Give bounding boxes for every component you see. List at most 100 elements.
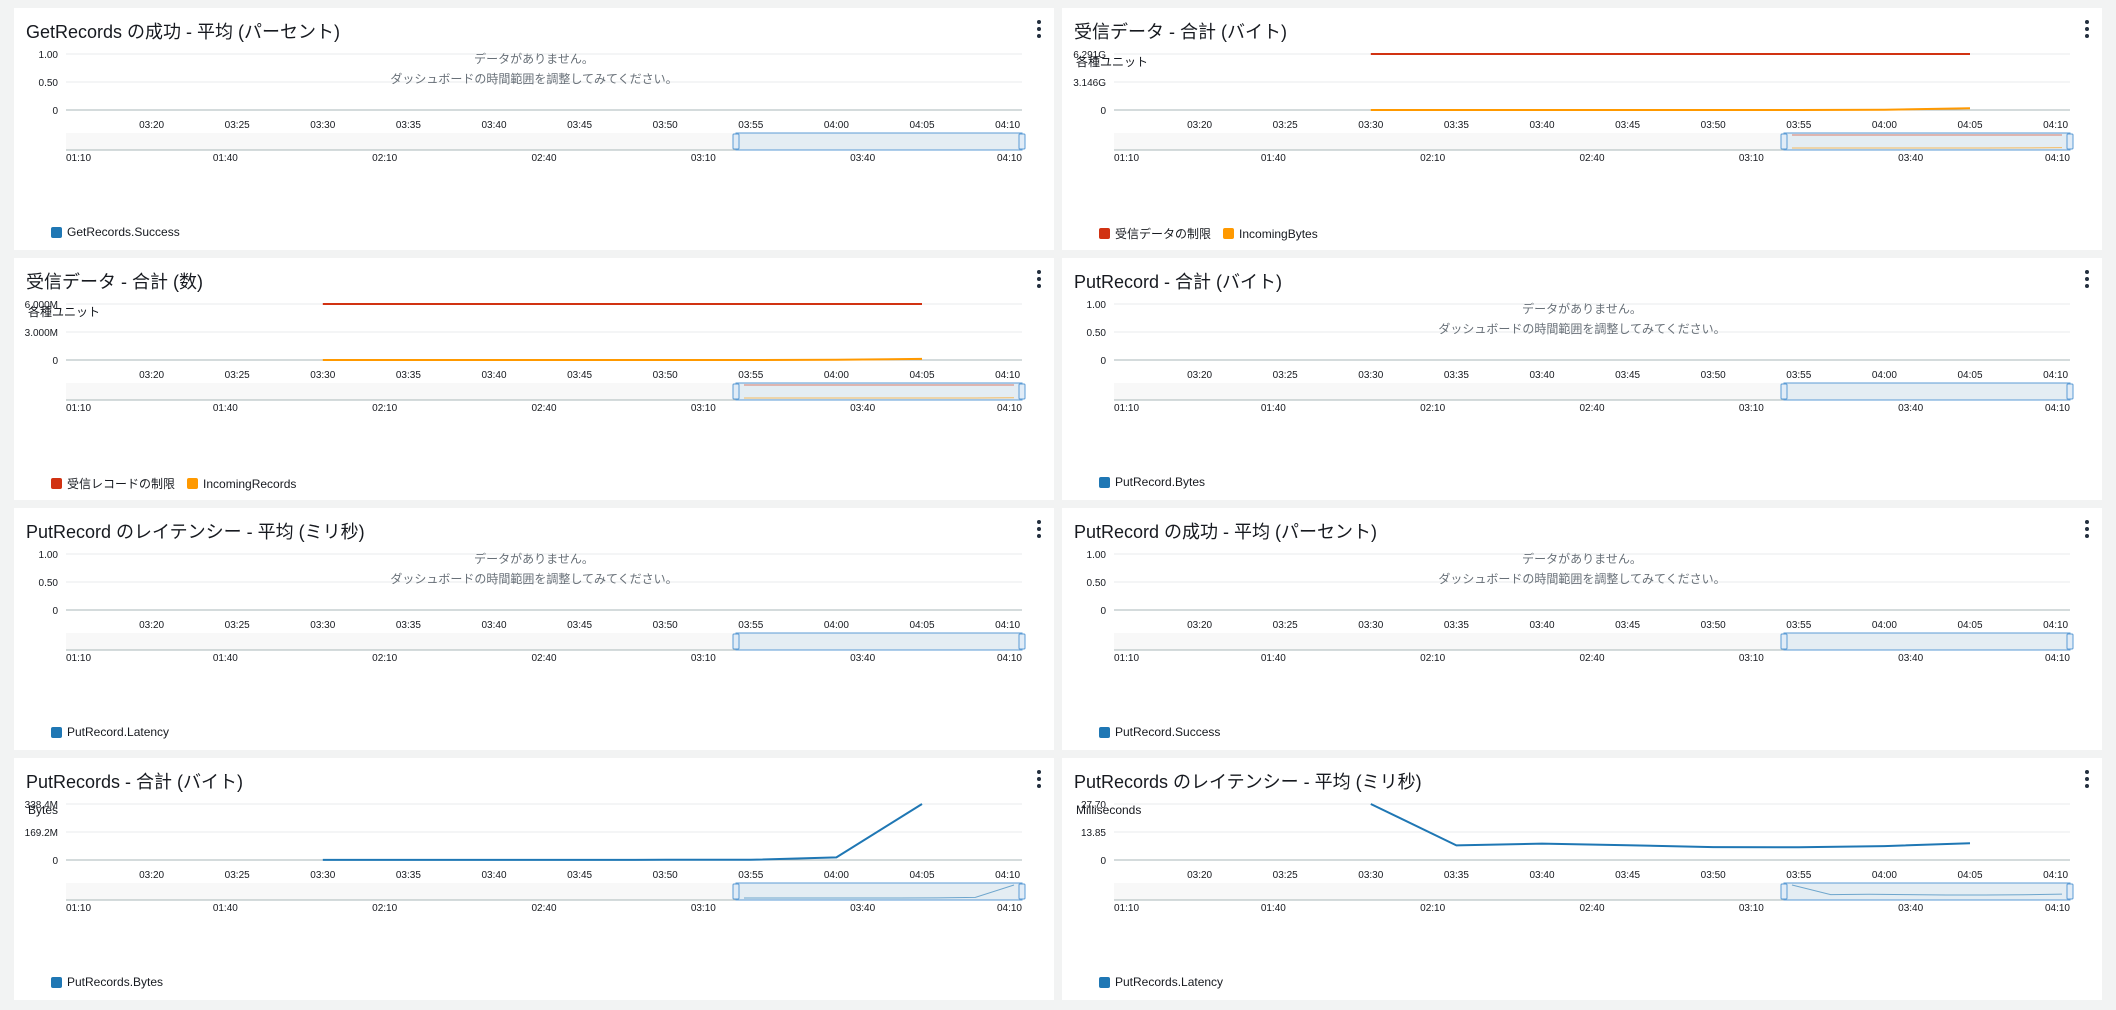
x-tick-label: 03:30: [310, 120, 335, 131]
x-tick-label: 03:20: [1187, 870, 1212, 881]
navigator-tick-label: 02:40: [1579, 653, 1604, 664]
navigator-right-handle[interactable]: [1018, 133, 1026, 150]
series-line[interactable]: [322, 357, 923, 361]
legend-item[interactable]: PutRecord.Success: [1099, 725, 1220, 739]
x-tick-label: 03:25: [1273, 120, 1298, 131]
chart-plot: 1.000.50003:20 03:25 03:30 03:35 03:40 03:45 0…: [39, 50, 1026, 164]
x-tick-label: 03:40: [1529, 120, 1554, 131]
x-tick-label: 04:10: [995, 120, 1020, 131]
navigator-tick-label: 02:10: [1420, 153, 1445, 164]
legend-label: PutRecord.Success: [1115, 725, 1221, 739]
navigator-tick-label: 03:40: [850, 403, 875, 414]
navigator-left-handle[interactable]: [1780, 633, 1788, 650]
navigator-left-handle[interactable]: [1780, 883, 1788, 900]
navigator-left-handle[interactable]: [732, 883, 740, 900]
legend-item[interactable]: GetRecords.Success: [51, 225, 180, 239]
navigator-selection[interactable]: [1783, 382, 2071, 401]
navigator-right-handle[interactable]: [1018, 383, 1026, 400]
chart-legend: PutRecord.Latency: [51, 725, 169, 739]
x-tick-label: 04:05: [1957, 120, 1982, 131]
x-tick-label: 04:05: [909, 870, 934, 881]
y-tick-label: 0: [52, 856, 58, 867]
navigator-selection[interactable]: [1783, 882, 2071, 901]
legend-label: PutRecord.Bytes: [1115, 475, 1206, 489]
navigator-tick-label: 03:10: [1739, 403, 1764, 414]
legend-item[interactable]: 受信レコードの制限: [51, 475, 175, 492]
x-tick-label: 03:50: [653, 870, 678, 881]
x-tick-label: 03:40: [481, 620, 506, 631]
navigator-tick-label: 02:40: [531, 403, 556, 414]
x-tick-label: 03:30: [1358, 870, 1383, 881]
series-line[interactable]: [1370, 107, 1971, 111]
x-tick-label: 04:00: [824, 620, 849, 631]
no-data-hint: ダッシュボードの時間範囲を調整してみてください。: [1438, 322, 1726, 336]
widget-panel: GetRecords の成功 - 平均 (パーセント) 1.00 0.50 0 03:2…: [14, 8, 1054, 250]
legend-item[interactable]: IncomingBytes: [1223, 225, 1318, 242]
navigator-tick-label: 03:40: [850, 153, 875, 164]
navigator-selection[interactable]: [735, 882, 1023, 901]
legend-swatch: [51, 976, 62, 988]
navigator-left-handle[interactable]: [732, 633, 740, 650]
x-tick-label: 03:35: [1444, 620, 1469, 631]
y-tick-label: 3.000M: [25, 328, 58, 339]
navigator-tick-label: 02:40: [1579, 903, 1604, 914]
y-tick-label: 169.2M: [25, 828, 58, 839]
navigator-right-handle[interactable]: [2066, 883, 2074, 900]
legend-item[interactable]: PutRecords.Latency: [1099, 975, 1223, 989]
x-tick-label: 04:00: [824, 870, 849, 881]
x-tick-label: 03:55: [1786, 870, 1811, 881]
x-tick-label: 03:45: [567, 870, 592, 881]
navigator-selection[interactable]: [735, 632, 1023, 651]
navigator-right-handle[interactable]: [1018, 633, 1026, 650]
navigator-tick-label: 03:40: [850, 903, 875, 914]
y-tick-label: 3.146G: [1073, 78, 1106, 89]
y-tick-label: 0: [52, 606, 58, 617]
x-tick-label: 03:40: [481, 370, 506, 381]
navigator-tick-label: 03:40: [1898, 903, 1923, 914]
legend-item[interactable]: PutRecord.Bytes: [1099, 475, 1205, 489]
widget-panel: PutRecord の成功 - 平均 (パーセント) 1.00 0.50 0 03:20…: [1062, 508, 2102, 750]
x-tick-label: 03:55: [738, 870, 763, 881]
legend-item[interactable]: PutRecord.Latency: [51, 725, 169, 739]
series-line[interactable]: [1370, 803, 1971, 849]
navigator-right-handle[interactable]: [2066, 633, 2074, 650]
navigator-tick-label: 01:40: [1261, 153, 1286, 164]
y-tick-label: 0: [1100, 856, 1106, 867]
legend-item[interactable]: IncomingRecords: [187, 475, 296, 492]
navigator-left-handle[interactable]: [732, 133, 740, 150]
navigator-tick-label: 01:10: [1114, 403, 1139, 414]
navigator-tick-label: 01:40: [213, 653, 238, 664]
x-tick-label: 04:00: [824, 120, 849, 131]
navigator-tick-label: 01:40: [1261, 903, 1286, 914]
navigator-tick-label: 02:40: [1579, 153, 1604, 164]
x-tick-label: 03:25: [1273, 620, 1298, 631]
x-tick-label: 03:35: [1444, 120, 1469, 131]
widget-panel: 受信データ - 合計 (バイト) 各種ユニット 6.291G 3.146G 0 03:20…: [1062, 8, 2102, 250]
x-tick-label: 03:50: [1701, 620, 1726, 631]
navigator-selection[interactable]: [1783, 632, 2071, 651]
navigator-tick-label: 01:40: [213, 903, 238, 914]
chart-plot: 1.000.50003:20 03:25 03:30 03:35 03:40 03:45 0…: [39, 550, 1026, 664]
navigator-right-handle[interactable]: [1018, 883, 1026, 900]
widget-panel: 受信データ - 合計 (数) 各種ユニット 6.000M 3.000M 0 03:20 03…: [14, 258, 1054, 500]
chart-legend: PutRecord.Bytes: [1099, 475, 1205, 489]
navigator-selection[interactable]: [735, 382, 1023, 401]
navigator-left-handle[interactable]: [732, 383, 740, 400]
legend-item[interactable]: PutRecords.Bytes: [51, 975, 163, 989]
navigator-left-handle[interactable]: [1780, 383, 1788, 400]
x-tick-label: 03:40: [1529, 870, 1554, 881]
x-tick-label: 04:00: [824, 370, 849, 381]
navigator-right-handle[interactable]: [2066, 133, 2074, 150]
x-tick-label: 03:20: [139, 120, 164, 131]
navigator-tick-label: 03:10: [1739, 153, 1764, 164]
x-tick-label: 03:25: [1273, 370, 1298, 381]
chart-legend: PutRecords.Latency: [1099, 975, 1223, 989]
legend-item[interactable]: 受信データの制限: [1099, 225, 1211, 242]
x-tick-label: 04:00: [1872, 870, 1897, 881]
navigator-selection[interactable]: [735, 132, 1023, 151]
x-tick-label: 03:40: [1529, 620, 1554, 631]
navigator-right-handle[interactable]: [2066, 383, 2074, 400]
navigator-left-handle[interactable]: [1780, 133, 1788, 150]
x-tick-label: 03:40: [481, 870, 506, 881]
chart-plot: 338.4M 169.2M 0 03:20 03:25 03:30 03:35 03:40 03…: [25, 800, 1026, 914]
